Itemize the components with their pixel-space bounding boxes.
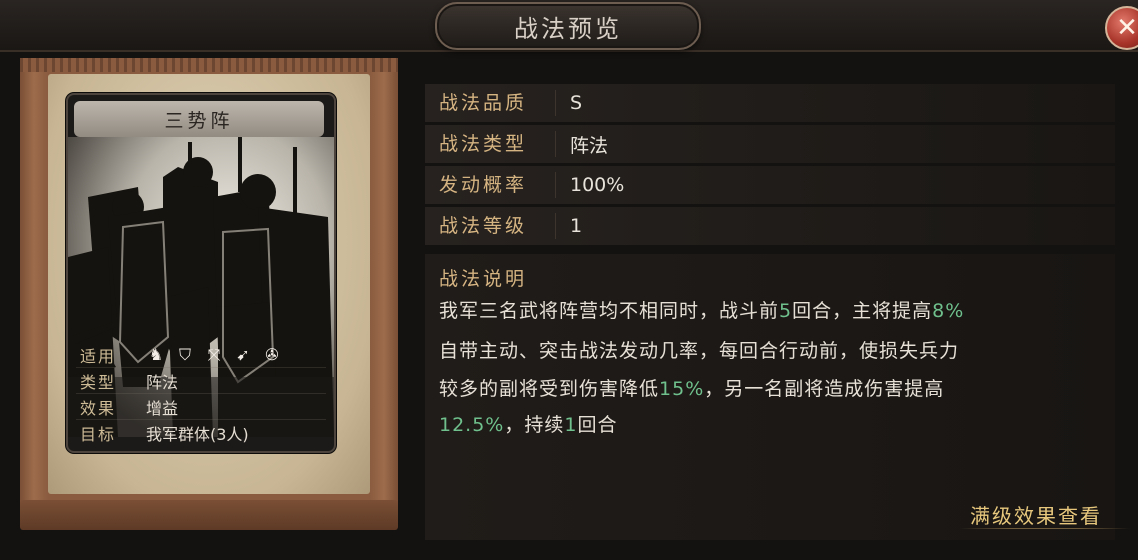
applicable-row: 适用 ♞ ⛉ ⤧ ➹ ✇	[76, 343, 326, 368]
trigger-rate-row: 发动概率 100%	[425, 166, 1115, 204]
unit-type-icons: ♞ ⛉ ⤧ ➹ ✇	[138, 345, 282, 365]
spear-icon: ➹	[236, 345, 250, 364]
tactic-type-value: 阵法	[570, 134, 609, 157]
highlight-number: 1	[564, 414, 578, 436]
view-max-level-effect-link[interactable]: 满级效果查看	[970, 500, 1102, 529]
description-heading: 战法说明	[439, 268, 528, 290]
highlight-number: 15%	[659, 378, 705, 400]
quality-value: S	[570, 92, 583, 114]
highlight-number: 8%	[932, 300, 965, 322]
window-title: 战法预览	[514, 14, 622, 43]
scroll-roller	[20, 500, 398, 530]
shield-icon: ⛉	[178, 345, 191, 364]
effect-label: 效果	[80, 399, 117, 418]
applicable-label: 适用	[80, 347, 117, 366]
quality-label: 战法品质	[425, 90, 556, 116]
highlight-number: 12.5%	[439, 414, 505, 436]
type-label: 类型	[80, 373, 117, 392]
description-line-4: 12.5%，持续1回合	[439, 410, 617, 437]
description-line-3: 较多的副将受到伤害降低15%，另一名副将造成伤害提高	[439, 374, 944, 401]
trigger-rate-label: 发动概率	[425, 172, 556, 198]
description-line-1: 我军三名武将阵营均不相同时，战斗前5回合，主将提高8%	[439, 296, 964, 323]
target-row: 目标 我军群体(3人)	[76, 421, 326, 445]
description-text: 回合，主将提高	[792, 300, 933, 322]
description-text: 较多的副将受到伤害降低	[439, 378, 660, 400]
tactic-level-row: 战法等级 1	[425, 207, 1115, 245]
tactic-type-row: 战法类型 阵法	[425, 125, 1115, 163]
target-label: 目标	[80, 425, 117, 444]
description-text: 回合	[577, 414, 618, 436]
tactic-level-value: 1	[570, 215, 583, 237]
effect-value: 增益	[146, 399, 179, 418]
description-text: ，持续	[504, 414, 565, 436]
description-panel: 战法说明 我军三名武将阵营均不相同时，战斗前5回合，主将提高8% 自带主动、突击…	[425, 254, 1115, 540]
description-text: 我军三名武将阵营均不相同时，战斗前	[439, 300, 780, 322]
bow-icon: ⤧	[207, 345, 221, 364]
target-value: 我军群体(3人)	[146, 425, 249, 444]
tactic-name: 三势阵	[164, 109, 234, 132]
type-row: 类型 阵法	[76, 369, 326, 394]
title-plate: 战法预览	[435, 2, 701, 50]
quality-row: 战法品质 S	[425, 84, 1115, 122]
card-title-bar: 三势阵	[74, 101, 324, 137]
trigger-rate-value: 100%	[570, 174, 625, 196]
description-line-2: 自带主动、突击战法发动几率，每回合行动前，使损失兵力	[439, 340, 960, 362]
highlight-number: 5	[779, 300, 793, 322]
tactic-level-label: 战法等级	[425, 213, 556, 239]
chariot-icon: ✇	[265, 345, 279, 364]
effect-row: 效果 增益	[76, 395, 326, 420]
type-value: 阵法	[146, 373, 179, 392]
description-text: ，另一名副将造成伤害提高	[704, 378, 945, 400]
cavalry-icon: ♞	[148, 345, 164, 364]
tactic-card: 三势阵 适用 ♞ ⛉ ⤧ ➹ ✇ 类型 阵法 效果 增益 目标 我军群体(3人)	[66, 93, 336, 453]
tactic-type-label: 战法类型	[425, 131, 556, 157]
close-icon: ✕	[1116, 13, 1138, 43]
link-underline	[960, 528, 1130, 529]
